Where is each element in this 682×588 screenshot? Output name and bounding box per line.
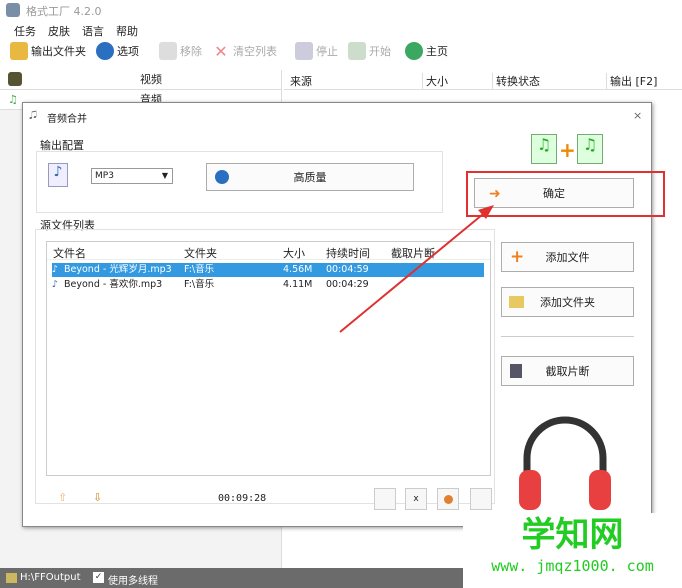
folder-icon xyxy=(6,573,17,583)
annotation-arrow xyxy=(339,205,494,333)
multithread-label: 使用多线程 xyxy=(108,576,158,587)
output-path[interactable]: H:\FFOutput xyxy=(20,572,81,583)
watermark-url: www. jmqz1000. com xyxy=(491,557,654,575)
watermark-title: 学知网 xyxy=(521,515,624,555)
multithread-checkbox[interactable]: ✓ xyxy=(93,572,104,583)
watermark: 学知网 www. jmqz1000. com xyxy=(463,513,682,588)
